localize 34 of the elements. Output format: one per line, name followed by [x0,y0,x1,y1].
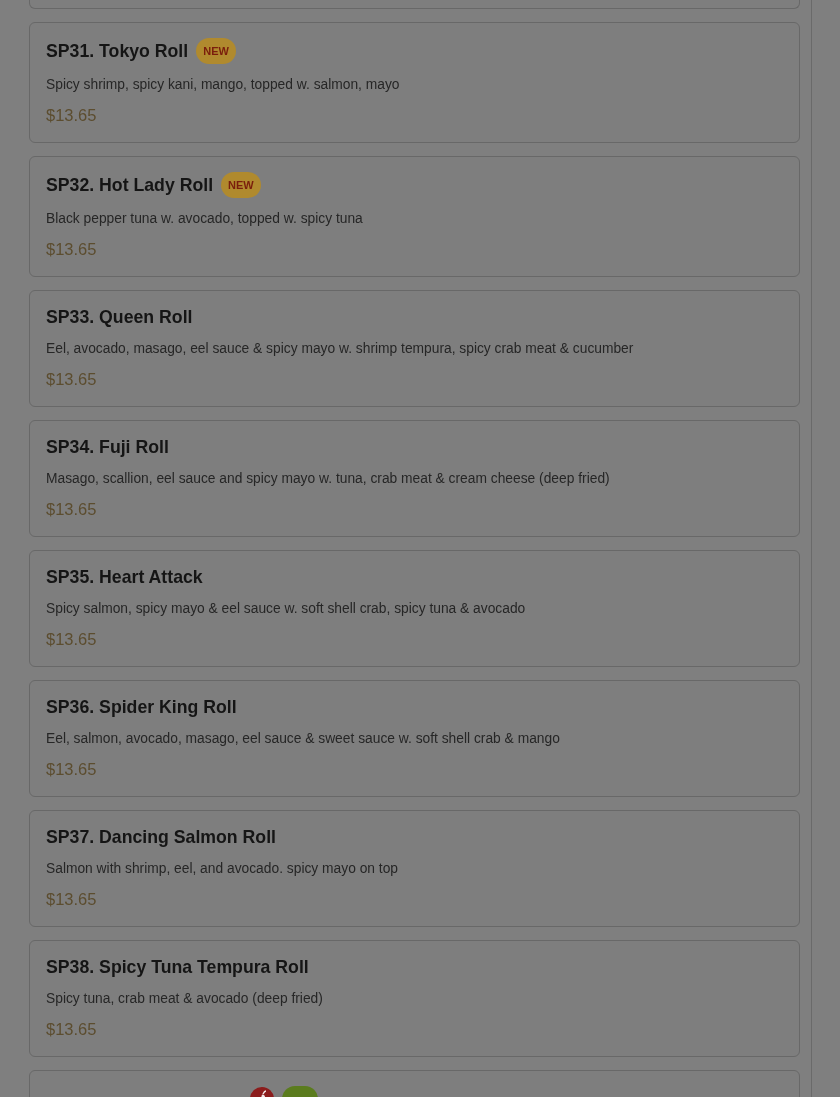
item-price: $13.65 [46,239,98,260]
item-price: $13.65 [46,105,98,126]
menu-item-card[interactable]: SP34. Fuji Roll Masago, scallion, eel sauce and spicy mayo w. tuna, crab meat & cream cheese (deep fried) $13.65 [29,420,800,537]
menu-item-card[interactable]: SP32. Hot Lady Roll NEW Black pepper tuna w. avocado, topped w. spicy tuna $13.65 [29,156,800,277]
item-title: SP34. Fuji Roll [46,436,169,458]
item-price: $13.65 [46,629,98,650]
item-title: SP35. Heart Attack [46,566,203,588]
menu-item-card[interactable]: SP31. Tokyo Roll NEW Spicy shrimp, spicy kani, mango, topped w. salmon, mayo $13.65 [29,22,800,143]
new-badge: NEW [196,38,236,64]
item-description: Black pepper tuna w. avocado, topped w. spicy tuna [46,210,364,228]
menu-item-card[interactable]: SP35. Heart Attack Spicy salmon, spicy mayo & eel sauce w. soft shell crab, spicy tuna & avocado $13.65 [29,550,800,667]
menu-item-card[interactable]: SP38. Spicy Tuna Tempura Roll Spicy tuna, crab meat & avocado (deep fried) $13.65 [29,940,800,1057]
item-title: SP36. Spider King Roll [46,696,237,718]
item-price: $13.65 [46,369,98,390]
item-title: SP33. Queen Roll [46,306,193,328]
item-title: SP31. Tokyo Roll [46,40,189,62]
item-title: SP37. Dancing Salmon Roll [46,826,276,848]
item-price: $13.65 [46,1019,98,1040]
item-title: SP32. Hot Lady Roll [46,174,214,196]
item-description: Spicy tuna, crab meat & avocado (deep fried) [46,990,324,1008]
new-badge: NEW [221,172,261,198]
item-price: $13.65 [46,889,98,910]
item-price: $13.65 [46,759,98,780]
item-description: Spicy shrimp, spicy kani, mango, topped w. salmon, mayo [46,76,401,94]
item-description: Spicy salmon, spicy mayo & eel sauce w. soft shell crab, spicy tuna & avocado [46,600,527,618]
menu-item-card[interactable]: SP33. Queen Roll Eel, avocado, masago, eel sauce & spicy mayo w. shrimp tempura, spicy crab meat & cucumber $13.65 [29,290,800,407]
item-description: Eel, salmon, avocado, masago, eel sauce & sweet sauce w. soft shell crab & mango [46,730,561,748]
item-price: $13.65 [46,499,98,520]
menu-item-card[interactable]: SP37. Dancing Salmon Roll Salmon with shrimp, eel, and avocado. spicy mayo on top $13.65 [29,810,800,927]
item-description: Salmon with shrimp, eel, and avocado. spicy mayo on top [46,860,399,878]
item-title: SP38. Spicy Tuna Tempura Roll [46,956,309,978]
menu-item-card[interactable]: SP36. Spider King Roll Eel, salmon, avocado, masago, eel sauce & sweet sauce w. soft shell crab & mango $13.65 [29,680,800,797]
item-description: Eel, avocado, masago, eel sauce & spicy mayo w. shrimp tempura, spicy crab meat & cucumber [46,340,635,358]
item-description: Masago, scallion, eel sauce and spicy mayo w. tuna, crab meat & cream cheese (deep fried) [46,470,611,488]
